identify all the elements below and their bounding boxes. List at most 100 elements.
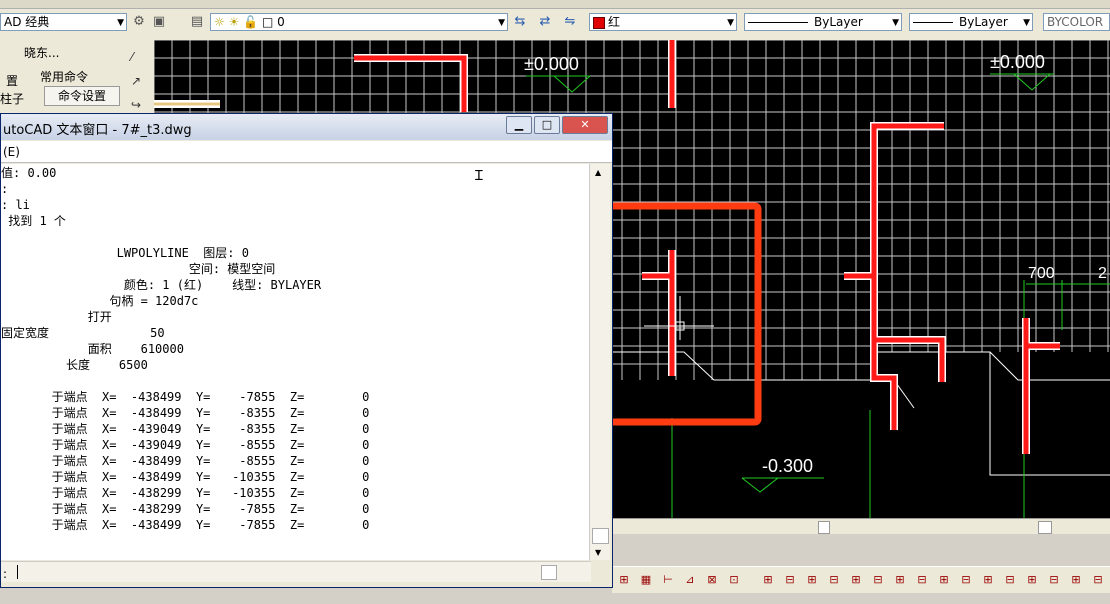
minimize-button[interactable]: ▁: [506, 116, 532, 134]
dimension-label: 700: [1028, 265, 1055, 282]
text-window-titlebar[interactable]: utoCAD 文本窗口 - 7#_t3.dwg ▁ □ ✕: [1, 114, 612, 140]
layer-properties-icon[interactable]: ▤: [189, 14, 205, 30]
drawing-horizontal-scrollbar[interactable]: [612, 518, 1110, 535]
text-cursor-icon: Ɪ: [475, 168, 483, 184]
tool-icon[interactable]: ⊟: [958, 572, 974, 588]
history-line: 于端点 X= -438499 Y= -7855 Z= 0: [1, 390, 370, 404]
history-line: 值: 0.00: [1, 166, 57, 180]
history-line: 长度 6500: [1, 358, 148, 372]
toolbar-row-top: [0, 0, 1110, 9]
color-square-icon: □: [261, 15, 274, 29]
layer-name: 0: [277, 15, 285, 29]
polyline-tool-icon[interactable]: ↪: [131, 98, 141, 112]
tool-icon[interactable]: ⊟: [870, 572, 886, 588]
palette-side-label: 柱子: [0, 92, 25, 106]
text-window: utoCAD 文本窗口 - 7#_t3.dwg ▁ □ ✕ (E) 值: 0.0…: [0, 113, 613, 588]
palette-title: 晓东...: [24, 46, 60, 60]
lineweight-sample: [913, 22, 953, 23]
scroll-thumb[interactable]: [818, 521, 830, 534]
elevation-label: -0.300: [762, 456, 813, 476]
layer-state-icon[interactable]: ⇋: [562, 14, 578, 30]
command-prompt: :: [3, 567, 8, 581]
history-line: 于端点 X= -438299 Y= -10355 Z= 0: [1, 486, 370, 500]
ortho-icon[interactable]: ⊢: [660, 572, 676, 588]
xline-tool-icon[interactable]: ↗: [131, 74, 141, 88]
line-tool-icon[interactable]: ⁄: [131, 50, 133, 64]
history-line: 于端点 X= -438299 Y= -7855 Z= 0: [1, 502, 370, 516]
tool-icon[interactable]: ⊟: [1046, 572, 1062, 588]
tool-icon[interactable]: ⊞: [1024, 572, 1040, 588]
workspace-combo[interactable]: AD 经典 ▼: [0, 13, 127, 31]
scroll-down-icon[interactable]: ▼: [595, 548, 601, 557]
scroll-thumb[interactable]: [592, 528, 609, 544]
command-input-caret[interactable]: [17, 565, 18, 579]
color-combo[interactable]: 红 ▼: [589, 13, 737, 31]
layer-combo[interactable]: ☼ ☀ 🔓 □ 0 ▼: [210, 13, 508, 31]
plotstyle-value: BYCOLOR: [1047, 15, 1104, 29]
scroll-thumb[interactable]: [541, 565, 557, 580]
history-line: : li: [1, 198, 30, 212]
elevation-label: ±0.000: [990, 52, 1045, 72]
scroll-up-icon[interactable]: ▲: [595, 168, 601, 177]
chevron-down-icon: ▼: [117, 18, 124, 28]
polar-icon[interactable]: ⊿: [682, 572, 698, 588]
history-line: 面积 610000: [1, 342, 184, 356]
color-value: 红: [608, 15, 621, 29]
history-line: LWPOLYLINE 图层: 0: [1, 246, 249, 260]
chevron-down-icon: ▼: [1023, 18, 1030, 28]
gear-icon[interactable]: ⚙: [131, 14, 147, 30]
maximize-button[interactable]: □: [534, 116, 560, 134]
chevron-down-icon: ▼: [498, 18, 505, 28]
lineweight-value: ByLayer: [959, 15, 1008, 29]
make-current-layer-icon[interactable]: ⇆: [512, 14, 528, 30]
tool-icon[interactable]: ⊟: [782, 572, 798, 588]
tool-palette: 晓东... 常用命令 命令设置 置 柱子: [0, 40, 125, 124]
history-line: :: [1, 182, 9, 196]
linetype-value: ByLayer: [814, 15, 863, 29]
history-line: 于端点 X= -438499 Y= -10355 Z= 0: [1, 470, 370, 484]
tool-icon[interactable]: ⊞: [936, 572, 952, 588]
workspace-value: AD 经典: [4, 15, 50, 29]
layer-previous-icon[interactable]: ⇄: [537, 14, 553, 30]
command-line-scrollbar[interactable]: [1, 561, 591, 582]
lineweight-combo[interactable]: ByLayer ▼: [909, 13, 1033, 31]
palette-header: 常用命令: [40, 70, 89, 84]
linetype-combo[interactable]: ByLayer ▼: [744, 13, 902, 31]
close-button[interactable]: ✕: [562, 116, 608, 134]
tool-icon[interactable]: ⊟: [914, 572, 930, 588]
plotstyle-combo[interactable]: BYCOLOR: [1043, 13, 1110, 31]
tool-icon[interactable]: ⊞: [980, 572, 996, 588]
tool-icon[interactable]: ⊞: [760, 572, 776, 588]
status-toolbar: ⊞ ▦ ⊢ ⊿ ⊠ ⊡ ⊞ ⊟ ⊞ ⊟ ⊞ ⊟ ⊞ ⊟ ⊞ ⊟ ⊞ ⊟ ⊞ ⊟ …: [612, 566, 1110, 593]
lock-icon: 🔓: [243, 15, 259, 29]
edit-menu[interactable]: (E): [3, 145, 20, 159]
red-swatch-icon: [593, 16, 605, 29]
otrack-icon[interactable]: ⊡: [726, 572, 742, 588]
tool-icon[interactable]: ⊟: [1090, 572, 1106, 588]
chevron-down-icon: ▼: [727, 18, 734, 28]
scroll-thumb[interactable]: [1038, 521, 1052, 534]
history-line: 打开: [1, 310, 112, 324]
history-line: 空间: 模型空间: [1, 262, 276, 276]
grid-icon[interactable]: ▦: [638, 572, 654, 588]
history-line: 颜色: 1 (红) 线型: BYLAYER: [1, 278, 322, 292]
tool-icon[interactable]: ⊞: [804, 572, 820, 588]
command-settings-button[interactable]: 命令设置: [44, 86, 120, 106]
standard-toolbar: AD 经典 ▼ ⚙ ▣ ▤ ☼ ☀ 🔓 □ 0 ▼ ⇆ ⇄ ⇋ 红 ▼ ByLayer…: [0, 0, 1110, 41]
tool-icon[interactable]: ⊟: [826, 572, 842, 588]
history-line: 于端点 X= -438499 Y= -8555 Z= 0: [1, 454, 370, 468]
tool-icon[interactable]: ⊟: [1002, 572, 1018, 588]
history-line: 找到 1 个: [1, 214, 66, 228]
bulb-icon: ☼: [214, 15, 225, 29]
workspace-settings-icon[interactable]: ▣: [151, 14, 167, 30]
tool-icon[interactable]: ⊞: [848, 572, 864, 588]
tool-icon[interactable]: ⊞: [1068, 572, 1084, 588]
draw-tools-strip: ⁄ ↗ ↪: [124, 40, 155, 124]
osnap-icon[interactable]: ⊠: [704, 572, 720, 588]
sun-icon: ☀: [228, 15, 240, 29]
tool-icon[interactable]: ⊞: [892, 572, 908, 588]
snap-icon[interactable]: ⊞: [616, 572, 632, 588]
history-vertical-scrollbar[interactable]: ▲ ▼: [589, 164, 610, 560]
dimension-label: 2: [1098, 265, 1107, 282]
text-window-menu[interactable]: (E): [1, 141, 612, 163]
